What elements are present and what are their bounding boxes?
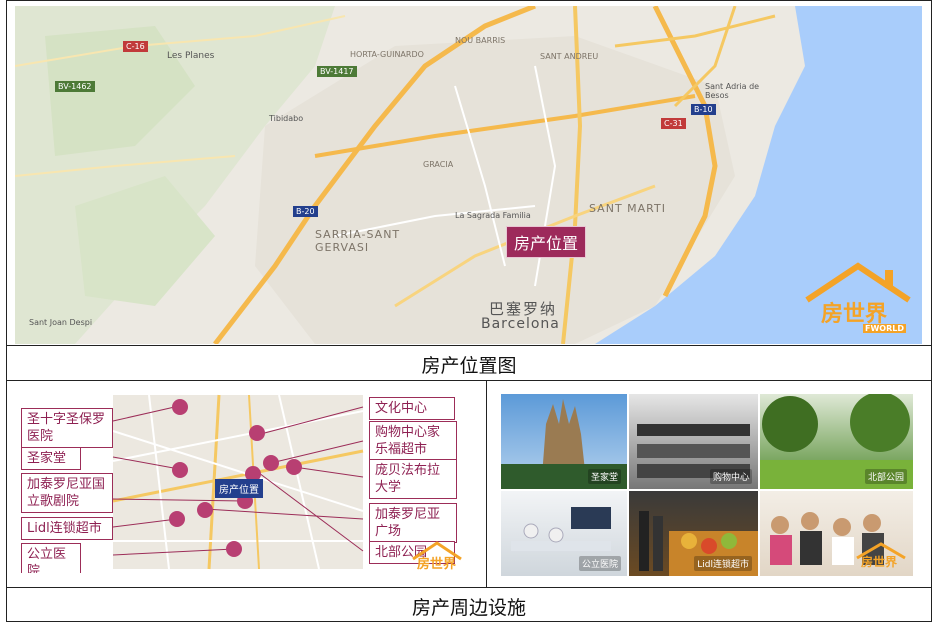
amenity-label: 圣家堂 (21, 447, 81, 470)
amenity-label: 公立医院 (21, 543, 81, 573)
road-shield: BV-1462 (55, 81, 95, 92)
logo-text-en: FWORLD (863, 324, 906, 333)
photo-caption: 购物中心 (709, 469, 752, 484)
road-shield: BV-1417 (317, 66, 357, 77)
amenity-label: 文化中心 (369, 397, 455, 420)
road-shield: B-10 (691, 104, 716, 115)
property-location-marker: 房产位置 (506, 226, 587, 258)
photo-caption: 北部公园 (864, 469, 907, 484)
location-map: SARRIA-SANT GERVASI SANT MARTI GRACIA NO… (15, 6, 922, 344)
bottom-caption: 房产周边设施 (411, 597, 526, 619)
amenities-map-panel: 圣十字圣保罗医院 圣家堂 加泰罗尼亚国立歌剧院 Lidl连锁超市 公立医院 文化… (19, 391, 465, 573)
road-shield: C-31 (661, 118, 686, 129)
photo-supermarket: Lidl连锁超市 (629, 491, 758, 576)
logo-text-cn: 房世界 (417, 557, 457, 572)
photo-university: 房世界 (760, 491, 913, 576)
divider (486, 381, 487, 587)
district-label: NOU BARRIS (455, 36, 506, 45)
road-shield: C-16 (123, 41, 148, 52)
amenity-label: Lidl连锁超市 (21, 517, 113, 540)
divider (7, 380, 931, 381)
place-label: Tibidabo (269, 114, 304, 123)
district-label: SANT ANDREU (540, 52, 599, 61)
amenity-label: 庞贝法布拉大学 (369, 459, 457, 499)
district-label: HORTA-GUINARDO (350, 50, 424, 59)
watermark-logo: 房世界 (411, 541, 463, 573)
district-label: SARRIA-SANT GERVASI (315, 228, 401, 254)
amenity-label: 圣十字圣保罗医院 (21, 408, 113, 448)
district-label: SANT MARTI (589, 202, 666, 215)
photo-caption: 圣家堂 (587, 469, 621, 484)
photo-sagrada-familia: 圣家堂 (501, 394, 627, 489)
figure-frame: SARRIA-SANT GERVASI SANT MARTI GRACIA NO… (6, 0, 932, 622)
photo-hospital: 公立医院 (501, 491, 627, 576)
divider (7, 345, 931, 346)
watermark-logo: 房世界 (855, 542, 907, 572)
divider (7, 587, 931, 588)
location-map-drawing (15, 6, 922, 344)
place-label: Sant Adria de Besos (705, 82, 760, 100)
place-label: Les Planes (167, 51, 215, 61)
photo-shopping-center: 购物中心 (629, 394, 758, 489)
amenity-label: 加泰罗尼亚广场 (369, 503, 457, 543)
photo-caption: Lidl连锁超市 (694, 556, 752, 571)
amenity-label: 购物中心家乐福超市 (369, 421, 457, 461)
photo-park: 北部公园 (760, 394, 913, 489)
city-label-en: Barcelona (481, 316, 560, 332)
watermark-logo: 房世界 FWORLD (803, 262, 913, 338)
district-label: GRACIA (423, 160, 454, 169)
property-location-marker: 房产位置 (215, 479, 263, 498)
top-caption: 房产位置图 (421, 355, 517, 377)
logo-text-cn: 房世界 (861, 555, 898, 569)
road-shield: B-20 (293, 206, 318, 217)
photo-caption: 公立医院 (578, 556, 621, 571)
amenities-photo-grid: 圣家堂 购物中心 北部公园 公立医院 Lidl连锁超市 房世界 (501, 394, 913, 576)
place-label: Sant Joan Despi (29, 318, 93, 327)
place-label: La Sagrada Familia (455, 211, 531, 220)
amenity-label: 加泰罗尼亚国立歌剧院 (21, 473, 113, 513)
